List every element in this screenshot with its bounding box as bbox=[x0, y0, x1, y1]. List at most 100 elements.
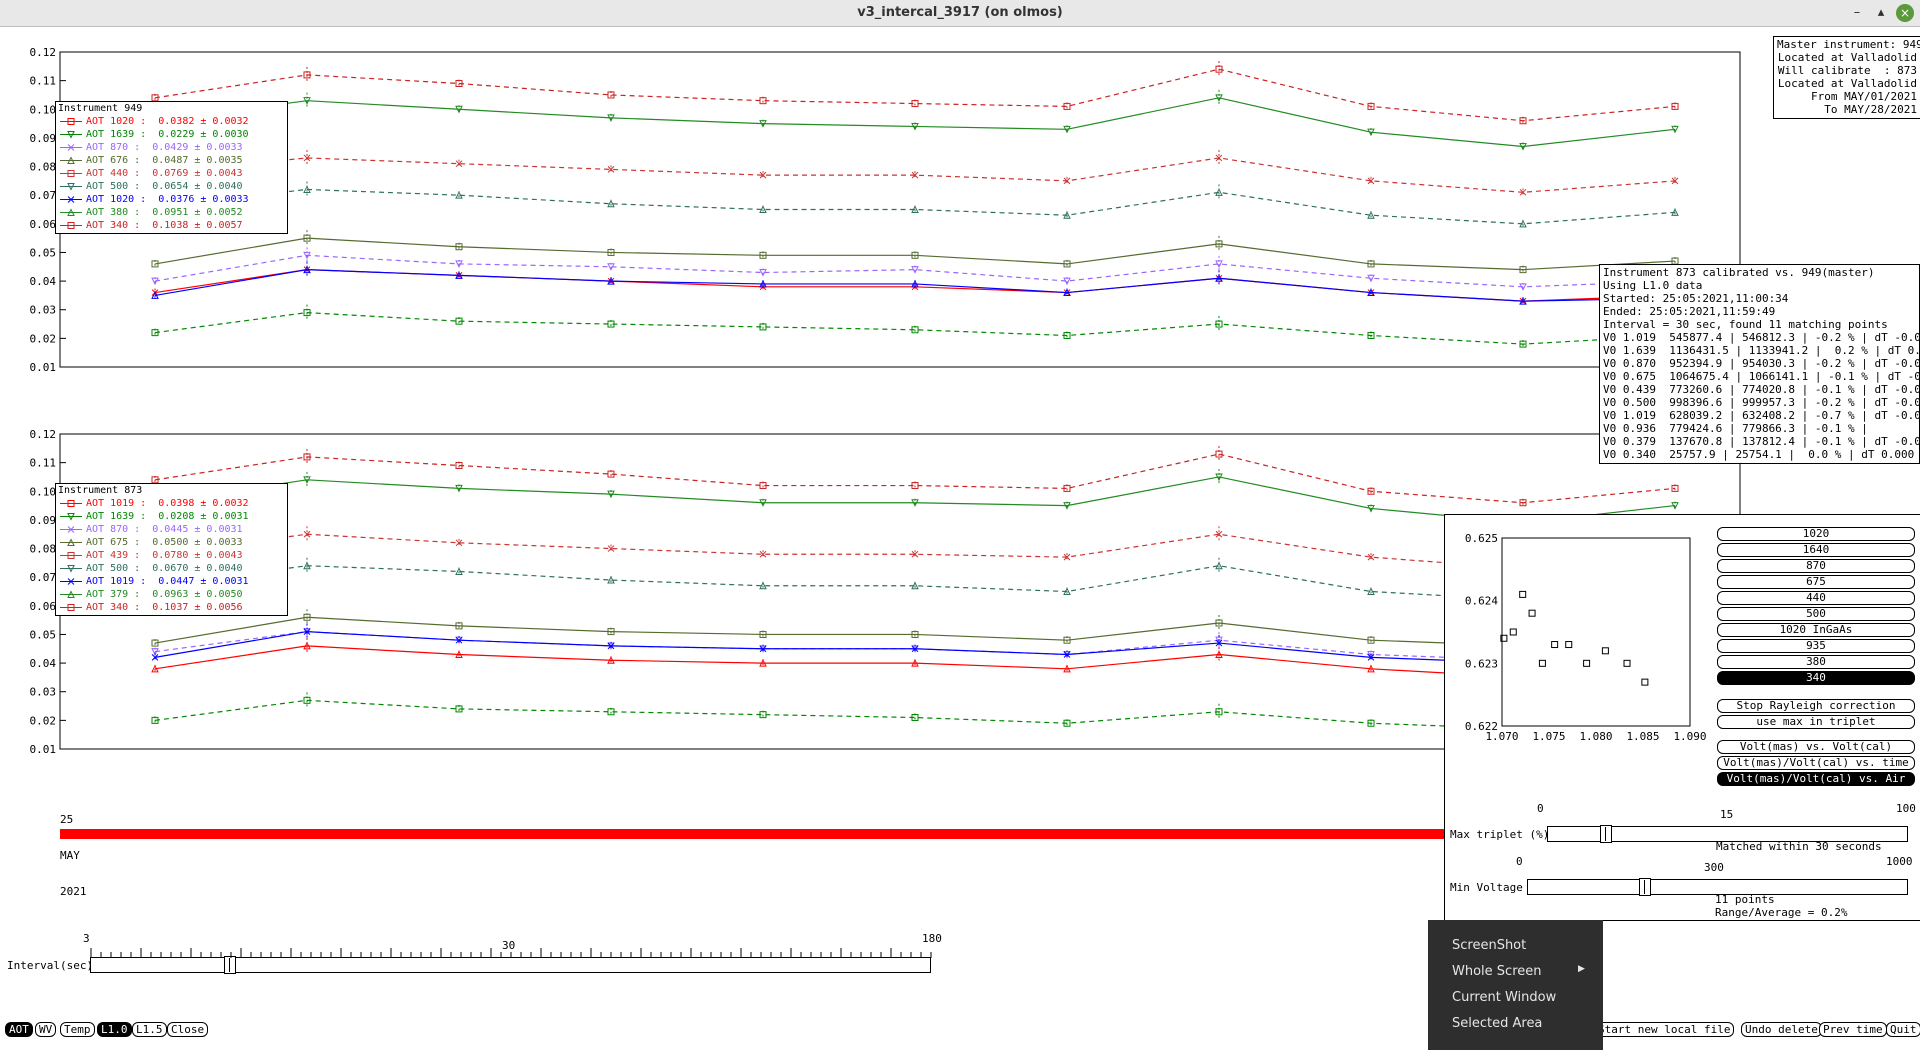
legend-symbol-icon bbox=[60, 604, 82, 611]
legend-label: AOT 380 : bbox=[86, 207, 153, 218]
wavelength-button-440[interactable]: 440 bbox=[1717, 591, 1915, 605]
minimize-button[interactable]: – bbox=[1848, 4, 1866, 22]
wavelength-button-675[interactable]: 675 bbox=[1717, 575, 1915, 589]
y-tick-label: 0.623 bbox=[1465, 657, 1498, 670]
prev-time-button[interactable]: Prev time bbox=[1819, 1022, 1887, 1037]
series-line bbox=[154, 68, 1676, 122]
use-max-triplet-button[interactable]: use max in triplet bbox=[1717, 715, 1915, 729]
x-tick-label: 1.075 bbox=[1532, 730, 1565, 743]
toggle-wv[interactable]: WV bbox=[35, 1022, 57, 1037]
menu-item-whole-screen[interactable]: Whole Screen bbox=[1452, 964, 1541, 979]
y-tick-label: 0.625 bbox=[1465, 532, 1498, 545]
legend-value: 0.0445 ± 0.0031 bbox=[152, 524, 243, 535]
y-tick-label: 0.06 bbox=[30, 600, 57, 613]
legend-value: 0.0376 ± 0.0033 bbox=[158, 194, 249, 205]
max-triplet-thumb[interactable] bbox=[1600, 825, 1613, 843]
menu-item-selected-area[interactable]: Selected Area bbox=[1452, 1016, 1542, 1031]
legend-label: AOT 676 : bbox=[86, 155, 153, 166]
legend-value: 0.0500 ± 0.0033 bbox=[152, 537, 243, 548]
legend-label: AOT 1020 : bbox=[86, 194, 159, 205]
toggle-close[interactable]: Close bbox=[167, 1022, 209, 1037]
scatter-point bbox=[1565, 641, 1573, 649]
y-tick-label: 0.03 bbox=[30, 686, 57, 699]
y-tick-label: 0.09 bbox=[30, 514, 57, 527]
calibration-results-box: Instrument 873 calibrated vs. 949(master… bbox=[1599, 264, 1920, 464]
legend-label: AOT 440 : bbox=[86, 168, 153, 179]
wavelength-button-500[interactable]: 500 bbox=[1717, 607, 1915, 621]
min-voltage-thumb[interactable] bbox=[1638, 878, 1651, 896]
legend-row: AOT 1020 : 0.0376 ± 0.0033 bbox=[56, 193, 287, 206]
y-tick-label: 0.08 bbox=[30, 161, 57, 174]
scatter-point bbox=[1583, 659, 1591, 667]
master-info-line: Located at Valladolid bbox=[1777, 77, 1917, 90]
legend-row: AOT 340 : 0.1038 ± 0.0057 bbox=[56, 219, 287, 232]
close-window-button[interactable]: × bbox=[1896, 4, 1914, 22]
legend-row: AOT 500 : 0.0654 ± 0.0040 bbox=[56, 180, 287, 193]
legend-value: 0.0429 ± 0.0033 bbox=[152, 142, 243, 153]
wavelength-button-340[interactable]: 340 bbox=[1717, 671, 1915, 685]
date-day: 25 bbox=[60, 813, 74, 826]
legend-symbol-icon bbox=[60, 538, 82, 546]
quit-button[interactable]: Quit bbox=[1886, 1022, 1920, 1037]
toggle-aot[interactable]: AOT bbox=[5, 1022, 33, 1037]
legend-symbol-icon bbox=[60, 170, 82, 177]
legend-value: 0.0447 ± 0.0031 bbox=[158, 576, 249, 587]
legend-label: AOT 500 : bbox=[86, 181, 153, 192]
legend-row: AOT 1020 : 0.0382 ± 0.0032 bbox=[56, 115, 287, 128]
y-tick-label: 0.07 bbox=[30, 571, 57, 584]
plot-mode-button[interactable]: Volt(mas) vs. Volt(cal) bbox=[1717, 740, 1915, 754]
plot-mode-button[interactable]: Volt(mas)/Volt(cal) vs. Air Mass bbox=[1717, 772, 1915, 797]
submenu-arrow-icon: ▶ bbox=[1578, 964, 1585, 974]
legend-calibrated: Instrument 873 AOT 1019 : 0.0398 ± 0.003… bbox=[55, 483, 288, 616]
wavelength-button-935[interactable]: 935 bbox=[1717, 639, 1915, 653]
wavelength-button-1640[interactable]: 1640 bbox=[1717, 543, 1915, 557]
maximize-button[interactable]: ▴ bbox=[1872, 4, 1890, 22]
legend-label: AOT 1639 : bbox=[86, 129, 159, 140]
x-tick-label: 1.085 bbox=[1626, 730, 1659, 743]
legend-row: AOT 1639 : 0.0229 ± 0.0030 bbox=[56, 128, 287, 141]
scatter-frame bbox=[1501, 537, 1691, 727]
min-voltage-range: Range/Average = 0.2% bbox=[1715, 906, 1848, 919]
legend-value: 0.0398 ± 0.0032 bbox=[158, 498, 249, 509]
min-voltage-points: 11 points bbox=[1715, 893, 1775, 906]
stop-rayleigh-button[interactable]: Stop Rayleigh correction bbox=[1717, 699, 1915, 713]
y-tick-label: 0.11 bbox=[30, 457, 57, 470]
wavelength-button-1020[interactable]: 1020 bbox=[1717, 527, 1915, 541]
calibration-line: Using L1.0 data bbox=[1603, 279, 1703, 292]
screenshot-context-menu: ScreenShot Whole Screen ▶ Current Window… bbox=[1428, 920, 1603, 1050]
toggle-l1-5[interactable]: L1.5 bbox=[132, 1022, 167, 1037]
legend-master: Instrument 949 AOT 1020 : 0.0382 ± 0.003… bbox=[55, 101, 288, 234]
scatter-point bbox=[1519, 590, 1527, 598]
toggle-l1-0[interactable]: L1.0 bbox=[97, 1022, 132, 1037]
legend-value: 0.0963 ± 0.0050 bbox=[152, 589, 243, 600]
wavelength-button-870[interactable]: 870 bbox=[1717, 559, 1915, 573]
legend-row: AOT 870 : 0.0429 ± 0.0033 bbox=[56, 141, 287, 154]
time-range-bar[interactable] bbox=[60, 829, 1445, 839]
interval-thumb[interactable] bbox=[223, 956, 236, 974]
legend-label: AOT 1639 : bbox=[86, 511, 159, 522]
calibration-line: V0 0.340 25757.9 | 25754.1 | 0.0 % | dT … bbox=[1603, 448, 1915, 461]
legend-row: AOT 440 : 0.0769 ± 0.0043 bbox=[56, 167, 287, 180]
menu-item-current-window[interactable]: Current Window bbox=[1452, 990, 1556, 1005]
x-tick-label: 1.090 bbox=[1673, 730, 1706, 743]
plot-mode-button[interactable]: Volt(mas)/Volt(cal) vs. time bbox=[1717, 756, 1915, 770]
y-tick-label: 0.09 bbox=[30, 132, 57, 145]
wavelength-button-380[interactable]: 380 bbox=[1717, 655, 1915, 669]
plot-frame bbox=[59, 51, 1741, 368]
legend-row: AOT 1019 : 0.0447 ± 0.0031 bbox=[56, 575, 287, 588]
start-new-local-file-button[interactable]: Start new local file bbox=[1594, 1022, 1735, 1037]
legend-symbol-icon bbox=[60, 156, 82, 164]
calibration-line: V0 0.870 952394.9 | 954030.3 | -0.2 % | … bbox=[1603, 357, 1920, 370]
legend-row: AOT 675 : 0.0500 ± 0.0033 bbox=[56, 536, 287, 549]
interval-slider[interactable] bbox=[90, 956, 931, 974]
legend-label: AOT 439 : bbox=[86, 550, 153, 561]
legend-symbol-icon bbox=[60, 144, 82, 151]
master-info-line: Located at Valladolid bbox=[1777, 51, 1917, 64]
x-tick-label: 1.070 bbox=[1485, 730, 1518, 743]
toggle-temp[interactable]: Temp bbox=[60, 1022, 95, 1037]
menu-item-screenshot[interactable]: ScreenShot bbox=[1452, 938, 1526, 953]
undo-delete-button[interactable]: Undo delete bbox=[1741, 1022, 1822, 1037]
wavelength-button-1020-ingaas[interactable]: 1020 InGaAs bbox=[1717, 623, 1915, 637]
legend-row: AOT 1639 : 0.0208 ± 0.0031 bbox=[56, 510, 287, 523]
scatter-point bbox=[1551, 641, 1559, 649]
